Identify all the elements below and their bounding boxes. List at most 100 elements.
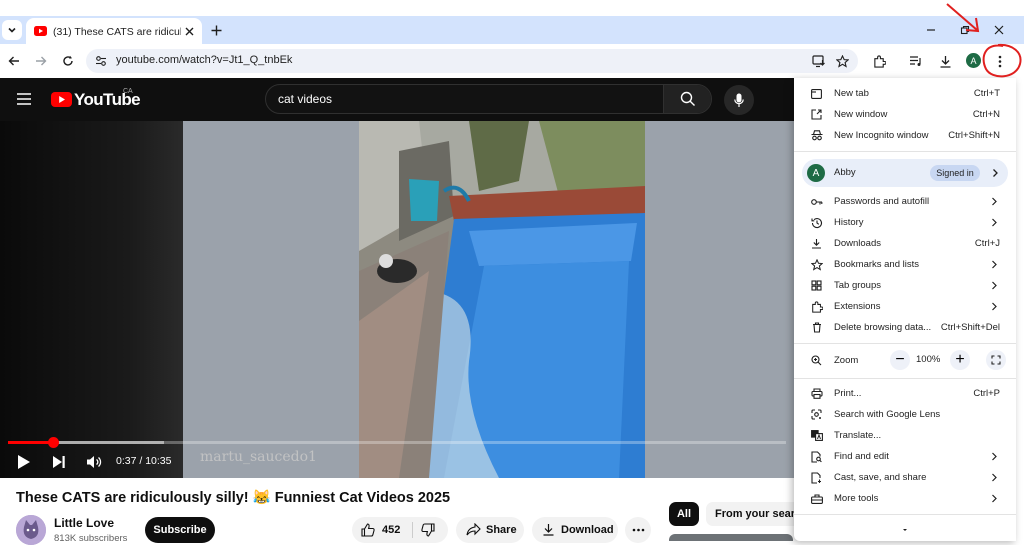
star-icon <box>835 54 849 68</box>
menu-profile-row[interactable]: A Abby Signed in <box>802 159 1008 187</box>
next-button[interactable] <box>48 451 70 473</box>
search-input[interactable]: cat videos <box>278 92 332 106</box>
back-button[interactable] <box>4 51 24 71</box>
like-button[interactable] <box>361 523 375 537</box>
download-icon <box>543 524 554 536</box>
video-backdrop-left <box>0 121 183 478</box>
arrow-left-icon <box>8 56 19 66</box>
search-icon <box>680 91 695 106</box>
menu-incognito[interactable]: New Incognito window Ctrl+Shift+N <box>794 125 1016 146</box>
active-tab[interactable]: (31) These CATS are ridiculously silly! … <box>26 18 202 44</box>
minimize-button[interactable] <box>921 21 941 39</box>
more-actions-button[interactable] <box>625 517 651 543</box>
thumbs-up-icon <box>361 523 375 537</box>
profile-avatar[interactable]: A <box>966 53 981 68</box>
fullscreen-button[interactable] <box>986 350 1006 370</box>
like-divider <box>412 522 413 538</box>
menu-print[interactable]: Print... Ctrl+P <box>794 383 1016 404</box>
menu-label: Zoom <box>834 355 859 366</box>
menu-passwords[interactable]: Passwords and autofill <box>794 191 1016 212</box>
menu-new-tab[interactable]: New tab Ctrl+T <box>794 83 1016 104</box>
forward-button[interactable] <box>31 51 51 71</box>
tab-close-button[interactable] <box>182 24 196 38</box>
hamburger-menu-button[interactable] <box>16 92 32 106</box>
install-app-button[interactable] <box>809 51 829 71</box>
voice-search-button[interactable] <box>724 85 754 115</box>
youtube-logo[interactable] <box>51 92 72 107</box>
translate-icon <box>810 429 823 442</box>
chevron-right-icon <box>992 473 997 482</box>
volume-button[interactable] <box>83 451 105 473</box>
skip-next-icon <box>53 456 65 468</box>
play-icon <box>18 455 30 469</box>
window-close-button[interactable] <box>989 21 1009 39</box>
chevron-right-icon <box>992 452 997 461</box>
share-label: Share <box>486 524 517 536</box>
menu-label: More tools <box>834 493 879 504</box>
zoom-icon <box>810 354 823 367</box>
recommended-thumbnail[interactable] <box>669 534 793 541</box>
play-button[interactable] <box>13 451 35 473</box>
youtube-search-box[interactable]: cat videos <box>265 84 712 114</box>
like-count: 452 <box>382 524 401 536</box>
menu-divider <box>794 151 1016 152</box>
tab-strip: (31) These CATS are ridiculously silly! … <box>0 16 1024 44</box>
extensions-button[interactable] <box>869 51 889 71</box>
lens-icon <box>810 408 823 421</box>
subscribe-button[interactable]: Subscribe <box>145 517 215 543</box>
caret-down-icon[interactable] <box>900 526 910 534</box>
menu-delete-browsing-data[interactable]: Delete browsing data... Ctrl+Shift+Del <box>794 317 1016 338</box>
menu-divider <box>794 514 1016 515</box>
download-icon <box>940 55 950 68</box>
chrome-menu-button[interactable] <box>990 51 1010 71</box>
progress-played <box>8 441 54 444</box>
search-button[interactable] <box>663 85 711 113</box>
menu-find-and-edit[interactable]: Find and edit <box>794 446 1016 467</box>
menu-label: New tab <box>834 88 869 99</box>
menu-cast-save-share[interactable]: Cast, save, and share <box>794 467 1016 488</box>
progress-bar[interactable] <box>8 437 786 448</box>
filter-chip-from-search[interactable]: From your search <box>706 502 806 526</box>
menu-new-window[interactable]: New window Ctrl+N <box>794 104 1016 125</box>
video-frame <box>359 121 645 478</box>
address-bar[interactable]: youtube.com/watch?v=Jt1_Q_tnbEk <box>86 49 858 73</box>
share-button[interactable]: Share <box>456 517 524 543</box>
youtube-header: YouTube CA cat videos <box>0 78 794 121</box>
menu-extensions[interactable]: Extensions <box>794 296 1016 317</box>
chevron-right-icon <box>992 494 997 503</box>
zoom-out-button[interactable]: − <box>890 350 910 370</box>
menu-translate[interactable]: Translate... <box>794 425 1016 446</box>
video-player[interactable]: martu_saucedo1 0:37 / 10:35 <box>0 121 794 478</box>
menu-shortcut: Ctrl+T <box>973 88 1000 99</box>
media-queue-icon <box>910 56 921 66</box>
reload-button[interactable] <box>58 51 78 71</box>
download-video-button[interactable]: Download <box>532 517 618 543</box>
channel-name[interactable]: Little Love <box>54 516 114 530</box>
close-icon <box>994 25 1004 35</box>
menu-more-tools[interactable]: More tools <box>794 488 1016 509</box>
restore-button[interactable] <box>955 21 975 39</box>
arrow-right-icon <box>36 56 47 66</box>
menu-shortcut: Ctrl+P <box>973 388 1000 399</box>
dislike-button[interactable] <box>421 523 435 537</box>
tab-search-button[interactable] <box>2 20 22 40</box>
url-text: youtube.com/watch?v=Jt1_Q_tnbEk <box>116 54 293 66</box>
reading-list-button[interactable] <box>906 51 926 71</box>
menu-tab-groups[interactable]: Tab groups <box>794 275 1016 296</box>
menu-google-lens[interactable]: Search with Google Lens <box>794 404 1016 425</box>
download-label: Download <box>561 524 614 536</box>
zoom-in-button[interactable]: + <box>950 350 970 370</box>
downloads-button[interactable] <box>935 51 955 71</box>
trash-icon <box>810 321 823 334</box>
site-settings-icon[interactable] <box>95 55 107 67</box>
find-document-icon <box>810 450 823 463</box>
menu-downloads[interactable]: Downloads Ctrl+J <box>794 233 1016 254</box>
filter-chip-all[interactable]: All <box>669 502 699 526</box>
new-tab-button[interactable] <box>206 20 226 40</box>
chevron-right-icon <box>992 302 997 311</box>
fullscreen-icon <box>991 355 1001 365</box>
menu-bookmarks[interactable]: Bookmarks and lists <box>794 254 1016 275</box>
bookmark-star-button[interactable] <box>832 51 852 71</box>
menu-history[interactable]: History <box>794 212 1016 233</box>
video-title: These CATS are ridiculously silly! 😹 Fun… <box>16 490 451 506</box>
